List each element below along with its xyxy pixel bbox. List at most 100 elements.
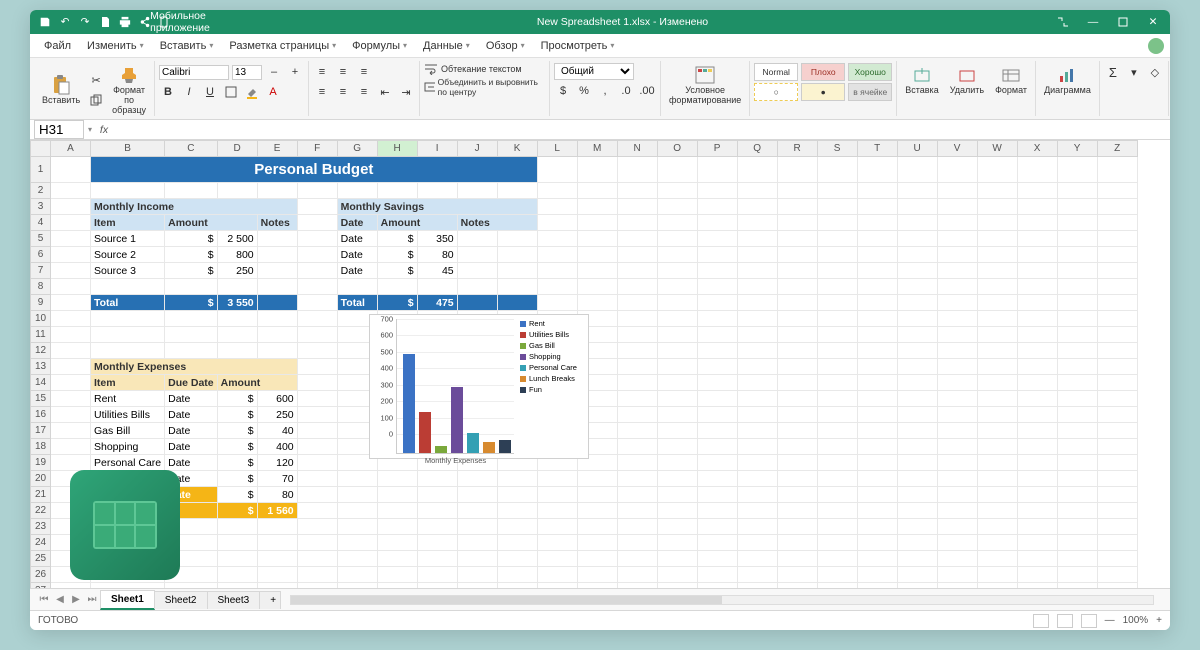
- cell-Z11[interactable]: [1097, 327, 1137, 343]
- cell-N22[interactable]: [617, 503, 657, 519]
- cell-O17[interactable]: [657, 423, 697, 439]
- cell-V25[interactable]: [937, 551, 977, 567]
- cell-J2[interactable]: [457, 183, 497, 199]
- cell-D24[interactable]: [217, 535, 257, 551]
- insert-cells-button[interactable]: Вставка: [901, 63, 942, 98]
- cell-C5[interactable]: $: [165, 231, 218, 247]
- cell-D7[interactable]: 250: [217, 263, 257, 279]
- cell-T1[interactable]: [857, 157, 897, 183]
- cell-I25[interactable]: [417, 551, 457, 567]
- view-normal-button[interactable]: [1033, 614, 1049, 628]
- cell-Z8[interactable]: [1097, 279, 1137, 295]
- borders-button[interactable]: [222, 83, 240, 101]
- cell-U3[interactable]: [897, 199, 937, 215]
- row-header-15[interactable]: 15: [31, 391, 51, 407]
- cell-D18[interactable]: $: [217, 439, 257, 455]
- cell-N12[interactable]: [617, 343, 657, 359]
- cell-P13[interactable]: [697, 359, 737, 375]
- cell-J20[interactable]: [457, 471, 497, 487]
- cell-J25[interactable]: [457, 551, 497, 567]
- cell-J6[interactable]: [457, 247, 497, 263]
- cell-S24[interactable]: [817, 535, 857, 551]
- row-header-17[interactable]: 17: [31, 423, 51, 439]
- cell-B13[interactable]: Monthly Expenses: [91, 359, 298, 375]
- zoom-minus[interactable]: —: [1105, 615, 1115, 626]
- cell-V7[interactable]: [937, 263, 977, 279]
- cell-Q17[interactable]: [737, 423, 777, 439]
- cell-A17[interactable]: [51, 423, 91, 439]
- cell-M8[interactable]: [577, 279, 617, 295]
- cell-Y12[interactable]: [1057, 343, 1097, 359]
- cell-H7[interactable]: $: [377, 263, 417, 279]
- cell-K7[interactable]: [497, 263, 537, 279]
- cell-T27[interactable]: [857, 583, 897, 589]
- cell-M26[interactable]: [577, 567, 617, 583]
- cell-B16[interactable]: Utilities Bills: [91, 407, 165, 423]
- cell-W7[interactable]: [977, 263, 1017, 279]
- cell-L25[interactable]: [537, 551, 577, 567]
- cell-E9[interactable]: [257, 295, 297, 311]
- cell-E26[interactable]: [257, 567, 297, 583]
- cell-K20[interactable]: [497, 471, 537, 487]
- cell-B6[interactable]: Source 2: [91, 247, 165, 263]
- font-color-button[interactable]: A: [264, 83, 282, 101]
- cell-L2[interactable]: [537, 183, 577, 199]
- cell-W11[interactable]: [977, 327, 1017, 343]
- currency-button[interactable]: $: [554, 82, 572, 100]
- cell-Y14[interactable]: [1057, 375, 1097, 391]
- cell-M9[interactable]: [577, 295, 617, 311]
- cell-J4[interactable]: Notes: [457, 215, 537, 231]
- cell-D21[interactable]: $: [217, 487, 257, 503]
- cell-Y2[interactable]: [1057, 183, 1097, 199]
- cell-V12[interactable]: [937, 343, 977, 359]
- cell-B27[interactable]: [91, 583, 165, 589]
- style-neutral[interactable]: в ячейке: [848, 83, 892, 101]
- print-icon[interactable]: [116, 13, 134, 31]
- col-header-U[interactable]: U: [897, 141, 937, 157]
- cell-R27[interactable]: [777, 583, 817, 589]
- cell-P10[interactable]: [697, 311, 737, 327]
- cell-S12[interactable]: [817, 343, 857, 359]
- cell-Q9[interactable]: [737, 295, 777, 311]
- cell-Y27[interactable]: [1057, 583, 1097, 589]
- cell-Z1[interactable]: [1097, 157, 1137, 183]
- cell-Z10[interactable]: [1097, 311, 1137, 327]
- cell-L8[interactable]: [537, 279, 577, 295]
- cell-D22[interactable]: $: [217, 503, 257, 519]
- cell-W26[interactable]: [977, 567, 1017, 583]
- sheet-nav-first[interactable]: ⏮: [36, 594, 52, 605]
- view-page-button[interactable]: [1057, 614, 1073, 628]
- cell-O13[interactable]: [657, 359, 697, 375]
- cell-S11[interactable]: [817, 327, 857, 343]
- fill-color-button[interactable]: [243, 83, 261, 101]
- col-header-R[interactable]: R: [777, 141, 817, 157]
- cell-G2[interactable]: [337, 183, 377, 199]
- col-header-Q[interactable]: Q: [737, 141, 777, 157]
- cell-K5[interactable]: [497, 231, 537, 247]
- cell-U12[interactable]: [897, 343, 937, 359]
- cell-V27[interactable]: [937, 583, 977, 589]
- cell-X20[interactable]: [1017, 471, 1057, 487]
- cell-N19[interactable]: [617, 455, 657, 471]
- col-header-J[interactable]: J: [457, 141, 497, 157]
- cell-H25[interactable]: [377, 551, 417, 567]
- col-header-G[interactable]: G: [337, 141, 377, 157]
- cell-T18[interactable]: [857, 439, 897, 455]
- cell-S1[interactable]: [817, 157, 857, 183]
- cell-O11[interactable]: [657, 327, 697, 343]
- cell-T15[interactable]: [857, 391, 897, 407]
- cell-R10[interactable]: [777, 311, 817, 327]
- cell-R11[interactable]: [777, 327, 817, 343]
- cell-P4[interactable]: [697, 215, 737, 231]
- cell-Y9[interactable]: [1057, 295, 1097, 311]
- hscrollbar[interactable]: [290, 595, 1154, 605]
- sheet-nav-last[interactable]: ⏭: [84, 594, 100, 605]
- cell-D26[interactable]: [217, 567, 257, 583]
- cell-W23[interactable]: [977, 519, 1017, 535]
- cell-W22[interactable]: [977, 503, 1017, 519]
- cell-T25[interactable]: [857, 551, 897, 567]
- cell-S20[interactable]: [817, 471, 857, 487]
- cell-E8[interactable]: [257, 279, 297, 295]
- cell-H8[interactable]: [377, 279, 417, 295]
- cell-H2[interactable]: [377, 183, 417, 199]
